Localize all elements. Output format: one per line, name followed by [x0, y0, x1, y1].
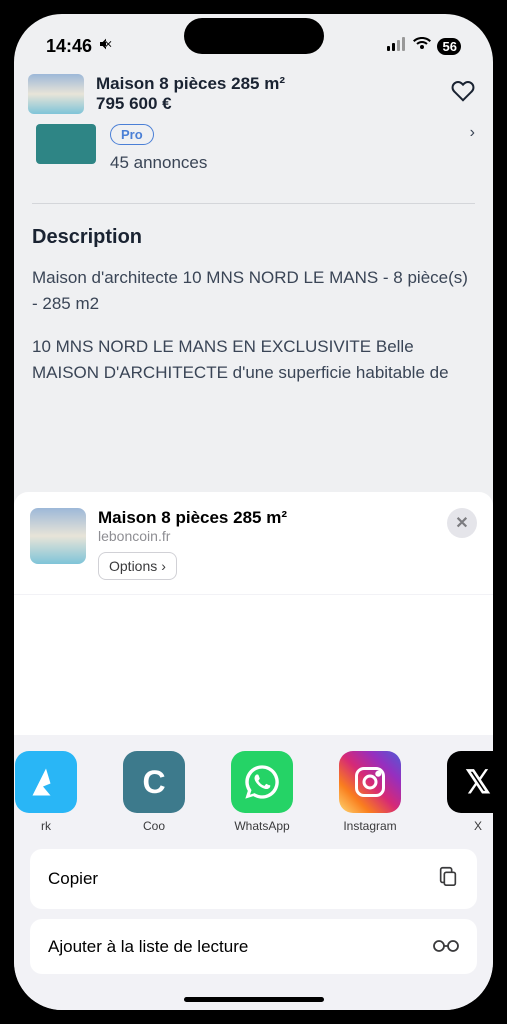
glasses-icon: [433, 935, 459, 958]
share-app-instagram[interactable]: Instagram: [326, 751, 414, 833]
seller-card[interactable]: Pro 45 annonces ›: [32, 124, 475, 185]
close-icon: ✕: [455, 513, 468, 533]
share-app-coo[interactable]: C Coo: [110, 751, 198, 833]
instagram-icon: [339, 751, 401, 813]
signal-icon: [387, 37, 407, 56]
share-sheet: Maison 8 pièces 285 m² leboncoin.fr Opti…: [14, 492, 493, 1010]
spark-icon: [15, 751, 77, 813]
status-right: 56: [387, 37, 461, 56]
copy-icon: [437, 865, 459, 893]
favorite-button[interactable]: [447, 75, 479, 113]
listing-thumbnail[interactable]: [28, 74, 84, 114]
share-thumbnail: [30, 508, 86, 564]
share-header: Maison 8 pièces 285 m² leboncoin.fr Opti…: [14, 492, 493, 594]
share-domain: leboncoin.fr: [98, 528, 435, 544]
share-info: Maison 8 pièces 285 m² leboncoin.fr Opti…: [98, 508, 435, 580]
copy-label: Copier: [48, 869, 98, 889]
listing-header: Maison 8 pièces 285 m² 795 600 €: [14, 68, 493, 124]
chevron-right-icon: ›: [161, 558, 166, 574]
x-icon: 𝕏: [447, 751, 493, 813]
mute-icon: [98, 36, 114, 57]
airdrop-area[interactable]: [14, 595, 493, 735]
share-title: Maison 8 pièces 285 m²: [98, 508, 435, 528]
reading-list-action[interactable]: Ajouter à la liste de lecture: [30, 919, 477, 974]
whatsapp-icon: [231, 751, 293, 813]
notch: [184, 18, 324, 54]
app-label: X: [474, 819, 482, 833]
battery-level: 56: [443, 39, 457, 54]
share-app-whatsapp[interactable]: WhatsApp: [218, 751, 306, 833]
chevron-right-icon: ›: [470, 124, 475, 142]
seller-meta: Pro 45 annonces: [110, 124, 456, 173]
description-text-2: 10 MNS NORD LE MANS EN EXCLUSIVITE Belle…: [32, 334, 475, 385]
close-button[interactable]: ✕: [447, 508, 477, 538]
share-action-list: Copier Ajouter à la liste de lecture: [14, 849, 493, 1010]
phone-frame: 14:46 56 Maison 8 pièces 285 m²: [0, 0, 507, 1024]
share-app-row: rk C Coo WhatsApp Instagram: [14, 735, 493, 849]
seller-listing-count: 45 annonces: [110, 153, 456, 173]
content-area: Pro 45 annonces › Description Maison d'a…: [14, 124, 493, 385]
app-label: WhatsApp: [234, 819, 289, 833]
share-app-x[interactable]: 𝕏 X: [434, 751, 493, 833]
copy-action[interactable]: Copier: [30, 849, 477, 909]
options-button[interactable]: Options ›: [98, 552, 177, 580]
coo-icon: C: [123, 751, 185, 813]
reading-list-label: Ajouter à la liste de lecture: [48, 937, 248, 957]
wifi-icon: [413, 37, 431, 56]
app-label: Instagram: [343, 819, 396, 833]
pro-badge: Pro: [110, 124, 154, 145]
listing-header-text: Maison 8 pièces 285 m² 795 600 €: [96, 74, 435, 114]
listing-title: Maison 8 pièces 285 m²: [96, 74, 435, 94]
status-time: 14:46: [46, 36, 92, 57]
options-label: Options: [109, 558, 157, 574]
share-app-spark[interactable]: rk: [14, 751, 90, 833]
home-indicator[interactable]: [184, 997, 324, 1002]
phone-screen: 14:46 56 Maison 8 pièces 285 m²: [14, 14, 493, 1010]
divider: [32, 203, 475, 204]
listing-price: 795 600 €: [96, 94, 435, 114]
app-label: rk: [41, 819, 51, 833]
status-left: 14:46: [46, 36, 114, 57]
description-heading: Description: [32, 226, 475, 249]
app-label: Coo: [143, 819, 165, 833]
seller-logo: [36, 124, 96, 164]
battery-indicator: 56: [437, 38, 461, 55]
description-text-1: Maison d'architecte 10 MNS NORD LE MANS …: [32, 265, 475, 316]
